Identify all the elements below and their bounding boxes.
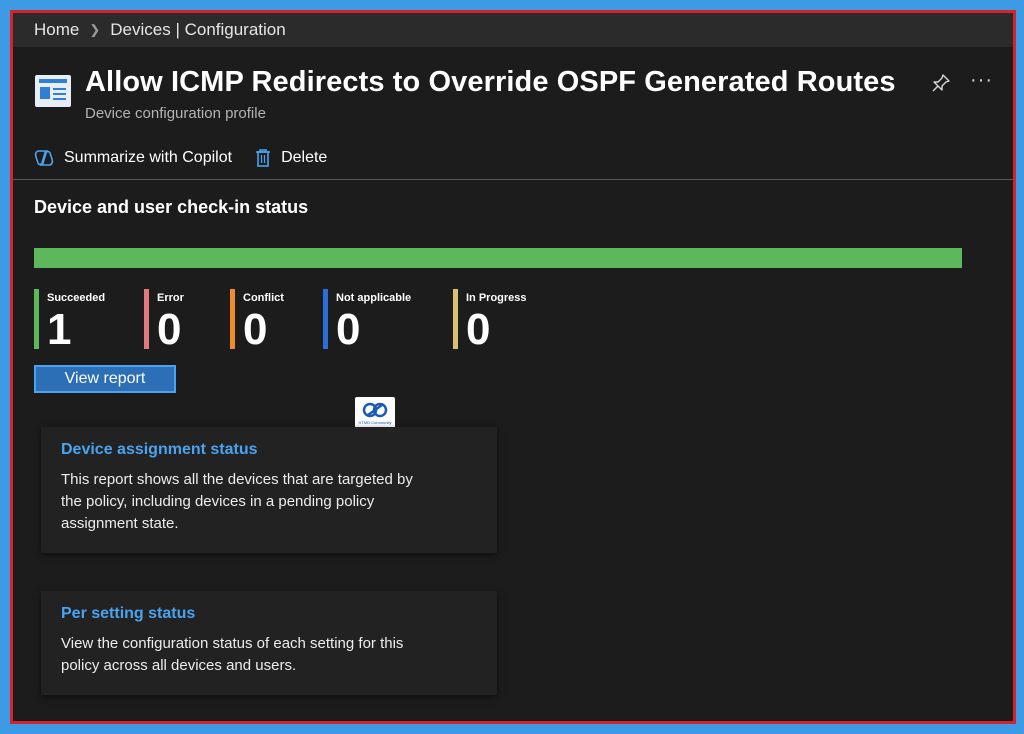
per-setting-status-link[interactable]: Per setting status [61, 605, 477, 623]
stat-in-progress-label: In Progress [466, 292, 527, 304]
view-report-button[interactable]: View report [34, 365, 176, 393]
checkin-progress-bar [34, 248, 962, 268]
checkin-status-title: Device and user check-in status [34, 197, 309, 217]
progress-succeeded-fill [34, 248, 962, 268]
stat-error-label: Error [157, 292, 184, 304]
stat-conflict-value: 0 [243, 305, 268, 354]
copilot-icon [34, 150, 54, 166]
page-header: Allow ICMP Redirects to Override OSPF Ge… [33, 65, 1001, 135]
stat-in-progress-value: 0 [466, 305, 491, 354]
stat-conflict-label: Conflict [243, 292, 284, 304]
delete-label: Delete [281, 149, 328, 166]
toolbar-divider [13, 179, 1013, 180]
summarize-copilot-button[interactable]: Summarize with Copilot [33, 148, 232, 168]
device-assignment-card[interactable]: Device assignment status This report sho… [41, 427, 497, 553]
breadcrumb-devices-configuration[interactable]: Devices | Configuration [110, 20, 285, 40]
command-bar: Summarize with Copilot Delete [33, 143, 349, 173]
stat-not-applicable-label: Not applicable [336, 292, 412, 304]
per-setting-description: View the configuration status of each se… [61, 635, 404, 674]
stat-in-progress: In Progress 0 [453, 289, 527, 354]
trash-icon [256, 149, 271, 167]
page-subtitle: Device configuration profile [85, 105, 266, 122]
breadcrumb-home[interactable]: Home [34, 20, 79, 40]
delete-button[interactable]: Delete [254, 148, 327, 168]
stat-error: Error 0 [144, 289, 184, 354]
stat-succeeded: Succeeded 1 [34, 289, 106, 354]
more-options-button[interactable]: ··· [970, 69, 993, 92]
stat-conflict: Conflict 0 [230, 289, 284, 354]
device-configuration-icon [35, 75, 71, 107]
per-setting-card[interactable]: Per setting status View the configuratio… [41, 591, 497, 695]
stat-not-applicable-value: 0 [336, 305, 361, 354]
device-assignment-status-link[interactable]: Device assignment status [61, 441, 477, 459]
breadcrumb: Home ❯ Devices | Configuration [13, 13, 1013, 47]
page-title: Allow ICMP Redirects to Override OSPF Ge… [85, 66, 896, 98]
watermark-icon [362, 402, 388, 418]
portal-window: Home ❯ Devices | Configuration Allow ICM… [10, 10, 1016, 724]
stat-succeeded-label: Succeeded [47, 292, 106, 304]
chevron-right-icon: ❯ [89, 22, 101, 37]
summarize-copilot-label: Summarize with Copilot [64, 149, 233, 166]
stat-error-value: 0 [157, 305, 182, 354]
device-assignment-description: This report shows all the devices that a… [61, 471, 413, 532]
pin-icon[interactable] [931, 73, 953, 95]
watermark-text: HTMD Community [358, 420, 392, 425]
watermark-logo: HTMD Community [355, 397, 395, 431]
stat-not-applicable: Not applicable 0 [323, 289, 412, 354]
stat-succeeded-value: 1 [47, 305, 72, 354]
